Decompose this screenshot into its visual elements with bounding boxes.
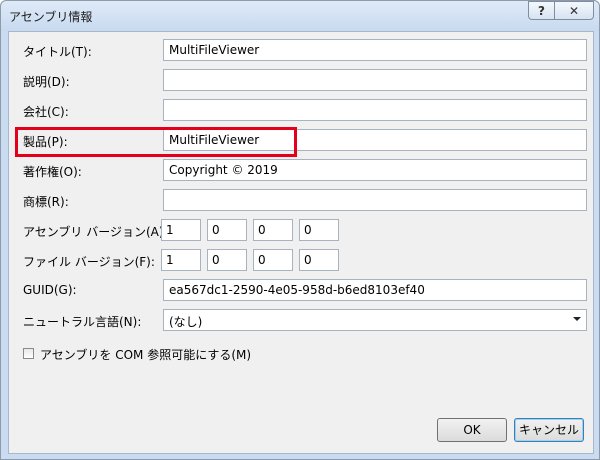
guid-input[interactable]: ea567dc1-2590-4e05-958d-b6ed8103ef40 [163,279,587,301]
help-button[interactable]: ? [528,1,555,20]
neutral-language-label: ニュートラル言語(N): [23,315,142,329]
window-title: アセンブリ情報 [9,10,93,24]
copyright-input[interactable]: Copyright © 2019 [163,159,587,181]
file-version-build[interactable]: 0 [253,249,293,271]
company-label: 会社(C): [23,105,69,119]
assembly-version-build[interactable]: 0 [253,219,293,241]
dialog-body: タイトル(T): MultiFileViewer 説明(D): 会社(C): 製… [8,31,594,454]
assembly-version-label: アセンブリ バージョン(A): [23,225,168,239]
title-label: タイトル(T): [23,45,92,59]
file-version-revision[interactable]: 0 [299,249,339,271]
assembly-info-dialog: アセンブリ情報 ? ✕ タイトル(T): MultiFileViewer 説明(… [0,0,600,460]
assembly-version-major[interactable]: 1 [161,219,201,241]
file-version-major[interactable]: 1 [161,249,201,271]
com-visible-checkbox[interactable] [23,348,34,359]
neutral-language-value: (なし) [169,315,203,329]
title-bar[interactable]: アセンブリ情報 ? ✕ [1,1,599,31]
trademark-input[interactable] [163,189,587,211]
close-button[interactable]: ✕ [554,1,594,20]
cancel-button[interactable]: キャンセル [514,418,584,442]
neutral-language-select[interactable]: (なし) [163,309,587,331]
company-input[interactable] [163,99,587,121]
guid-label: GUID(G): [23,283,77,297]
copyright-label: 著作権(O): [23,165,82,179]
assembly-version-minor[interactable]: 0 [207,219,247,241]
com-visible-label[interactable]: アセンブリを COM 参照可能にする(M) [40,346,251,363]
trademark-label: 商標(R): [23,195,69,209]
assembly-version-revision[interactable]: 0 [299,219,339,241]
ok-button[interactable]: OK [437,418,507,442]
help-icon: ? [538,4,545,18]
file-version-minor[interactable]: 0 [207,249,247,271]
description-input[interactable] [163,69,587,91]
description-label: 説明(D): [23,75,70,89]
title-input[interactable]: MultiFileViewer [163,39,587,61]
file-version-label: ファイル バージョン(F): [23,255,155,269]
product-highlight-box [15,127,297,157]
chevron-down-icon[interactable] [573,317,581,321]
close-icon: ✕ [568,4,580,18]
